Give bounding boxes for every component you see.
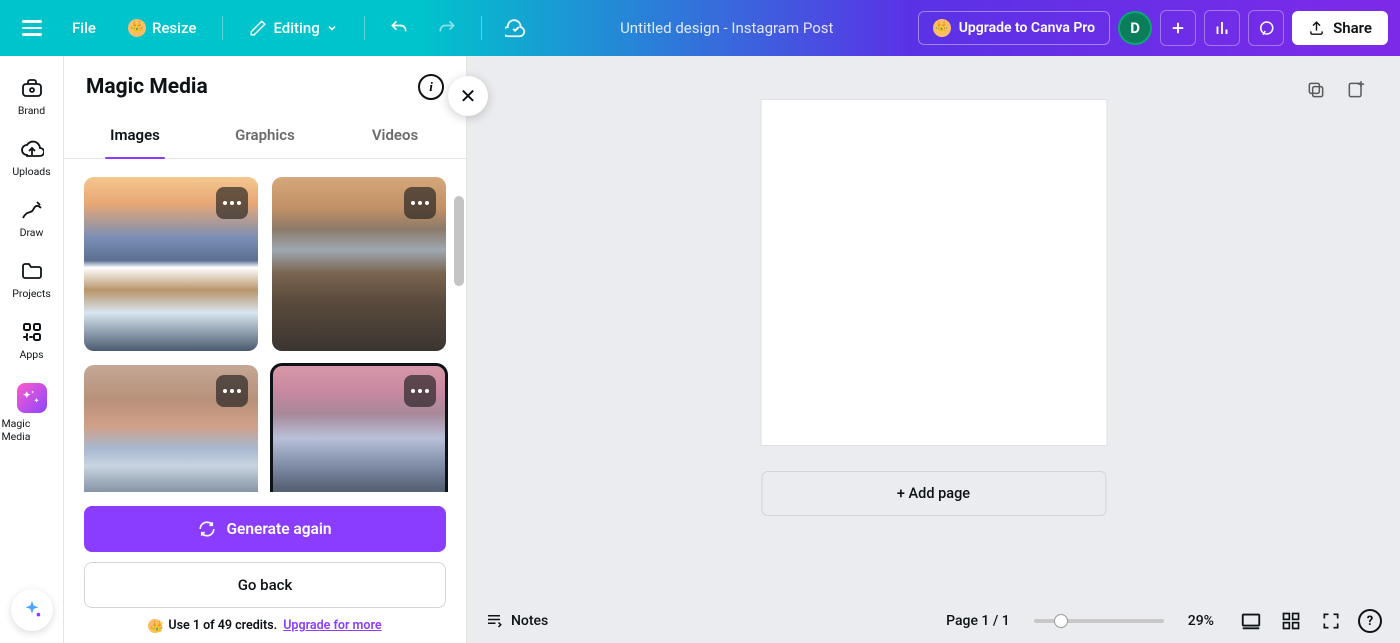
- rail-label: Magic Media: [2, 417, 62, 443]
- bottom-bar: Notes Page 1 / 1 29% ?: [467, 599, 1400, 643]
- folder-icon: [20, 259, 44, 283]
- tab-videos[interactable]: Videos: [330, 114, 460, 158]
- generated-image[interactable]: [84, 365, 258, 492]
- separator: [222, 16, 223, 40]
- left-rail: Brand Uploads Draw Projects Apps Magic M…: [0, 56, 64, 643]
- resize-label: Resize: [152, 19, 196, 37]
- crown-icon: [128, 19, 146, 37]
- notes-label: Notes: [511, 613, 548, 629]
- fullscreen-button[interactable]: [1318, 608, 1344, 634]
- magic-media-icon: [17, 383, 47, 413]
- cloud-sync-button[interactable]: [496, 8, 536, 48]
- generated-image[interactable]: [84, 177, 258, 351]
- chevron-down-icon: [326, 22, 338, 34]
- undo-button[interactable]: [379, 8, 419, 48]
- refresh-icon: [198, 520, 216, 538]
- generate-again-button[interactable]: Generate again: [84, 506, 446, 552]
- upgrade-link[interactable]: Upgrade for more: [283, 618, 381, 633]
- file-menu[interactable]: File: [60, 13, 108, 43]
- editing-mode-button[interactable]: Editing: [237, 13, 349, 43]
- menu-button[interactable]: [12, 8, 52, 48]
- insights-button[interactable]: [1204, 10, 1240, 46]
- rail-draw[interactable]: Draw: [2, 190, 62, 247]
- redo-button[interactable]: [427, 8, 467, 48]
- apps-icon: [20, 320, 44, 344]
- comments-button[interactable]: [1248, 10, 1284, 46]
- duplicate-page-button[interactable]: [1304, 78, 1328, 102]
- credits-text: Use 1 of 49 credits. Upgrade for more: [84, 618, 446, 633]
- redo-icon: [437, 18, 457, 38]
- add-page-button[interactable]: + Add page: [761, 471, 1106, 516]
- close-panel-button[interactable]: ✕: [448, 76, 488, 116]
- magic-assist-button[interactable]: [11, 589, 53, 631]
- rail-label: Brand: [18, 104, 45, 117]
- info-button[interactable]: i: [418, 74, 444, 100]
- rail-label: Uploads: [12, 165, 50, 178]
- go-back-button[interactable]: Go back: [84, 562, 446, 608]
- tab-graphics[interactable]: Graphics: [200, 114, 330, 158]
- panel-scrollbar[interactable]: [452, 196, 466, 493]
- help-button[interactable]: ?: [1358, 609, 1382, 633]
- panel-title: Magic Media: [86, 75, 208, 99]
- rail-label: Draw: [20, 226, 44, 239]
- pencil-icon: [249, 19, 267, 37]
- grid-view-button[interactable]: [1278, 608, 1304, 634]
- resize-button[interactable]: Resize: [116, 13, 208, 43]
- page-counter[interactable]: Page 1 / 1: [946, 613, 1010, 629]
- add-page-icon-button[interactable]: [1344, 78, 1368, 102]
- notes-button[interactable]: Notes: [485, 612, 548, 630]
- tab-images[interactable]: Images: [70, 114, 200, 158]
- image-options-button[interactable]: [216, 375, 248, 407]
- upgrade-button[interactable]: Upgrade to Canva Pro: [918, 11, 1110, 45]
- image-options-button[interactable]: [216, 187, 248, 219]
- rail-label: Projects: [12, 287, 51, 300]
- sparkle-icon: [21, 599, 43, 621]
- rail-projects[interactable]: Projects: [2, 251, 62, 308]
- separator: [364, 16, 365, 40]
- upgrade-label: Upgrade to Canva Pro: [959, 20, 1095, 36]
- plus-icon: [1169, 19, 1187, 37]
- share-button[interactable]: Share: [1292, 11, 1388, 45]
- rail-apps[interactable]: Apps: [2, 312, 62, 369]
- panel-tabs: Images Graphics Videos: [64, 114, 466, 159]
- crown-icon: [148, 619, 162, 633]
- undo-icon: [389, 18, 409, 38]
- rail-brand[interactable]: Brand: [2, 68, 62, 125]
- avatar[interactable]: D: [1118, 11, 1152, 45]
- add-member-button[interactable]: [1160, 10, 1196, 46]
- cloud-check-icon: [505, 17, 527, 39]
- canvas-area: + Add page Notes Page 1 / 1 29% ?: [467, 56, 1400, 643]
- crown-icon: [933, 19, 951, 37]
- document-title[interactable]: Untitled design - Instagram Post: [544, 19, 910, 37]
- canvas-page[interactable]: [761, 100, 1106, 445]
- generated-image[interactable]: [272, 365, 446, 492]
- generated-image[interactable]: [272, 177, 446, 351]
- chart-icon: [1213, 19, 1231, 37]
- rail-label: Apps: [19, 348, 43, 361]
- image-options-button[interactable]: [404, 375, 436, 407]
- generate-label: Generate again: [226, 520, 331, 538]
- share-label: Share: [1333, 19, 1372, 37]
- editing-label: Editing: [273, 19, 319, 37]
- notes-icon: [485, 612, 503, 630]
- upload-icon: [1308, 20, 1325, 37]
- zoom-percentage[interactable]: 29%: [1188, 613, 1214, 629]
- brand-icon: [20, 76, 44, 100]
- view-pages-button[interactable]: [1238, 608, 1264, 634]
- comment-icon: [1257, 19, 1275, 37]
- cloud-upload-icon: [20, 137, 44, 161]
- rail-magic-media[interactable]: Magic Media: [2, 375, 62, 451]
- zoom-slider[interactable]: [1034, 619, 1164, 623]
- magic-media-panel: Magic Media i Images Graphics Videos: [64, 56, 467, 643]
- credits-prefix: Use 1 of 49 credits.: [168, 618, 277, 633]
- image-options-button[interactable]: [404, 187, 436, 219]
- separator: [481, 16, 482, 40]
- draw-icon: [20, 198, 44, 222]
- rail-uploads[interactable]: Uploads: [2, 129, 62, 186]
